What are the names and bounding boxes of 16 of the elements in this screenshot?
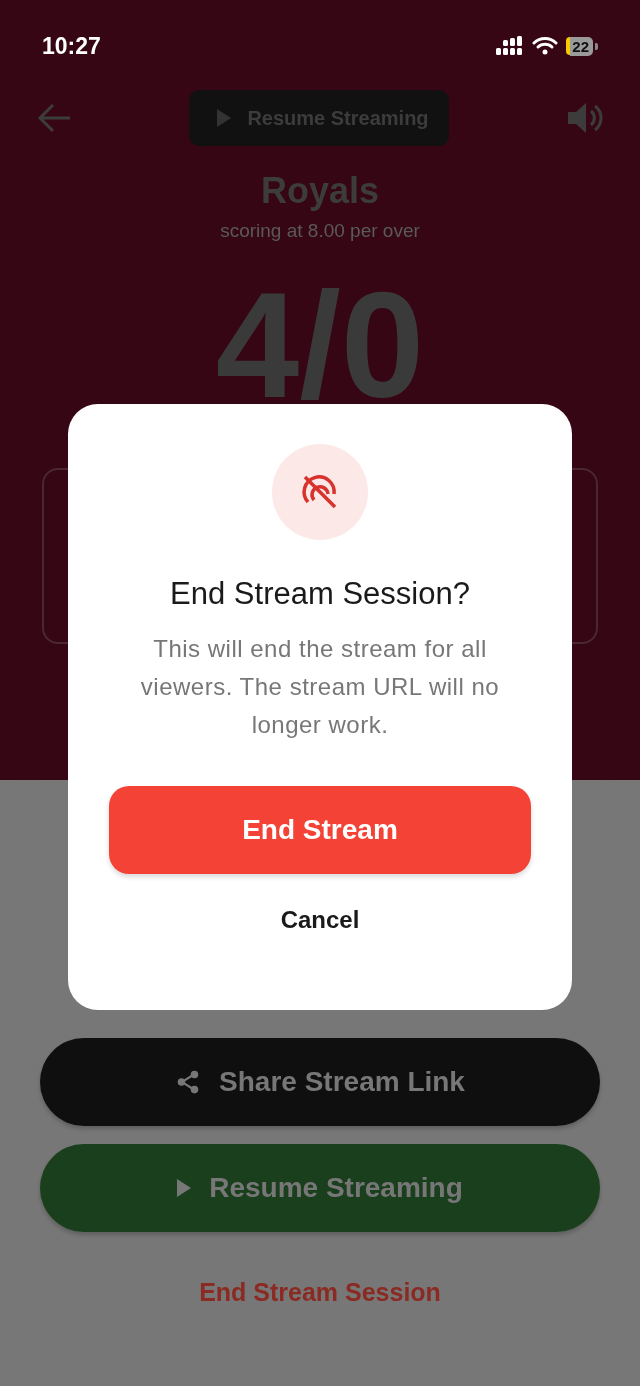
dialog-title: End Stream Session? bbox=[170, 576, 470, 612]
cancel-button[interactable]: Cancel bbox=[272, 902, 368, 938]
end-session-link[interactable]: End Stream Session bbox=[199, 1278, 441, 1307]
speaker-icon[interactable] bbox=[566, 100, 604, 136]
play-icon bbox=[177, 1179, 192, 1197]
resume-streaming-button[interactable]: Resume Streaming bbox=[40, 1144, 600, 1232]
play-icon bbox=[217, 109, 232, 127]
end-stream-button[interactable]: End Stream bbox=[109, 786, 531, 874]
share-link-button[interactable]: Share Stream Link bbox=[40, 1038, 600, 1126]
battery-indicator: 22 bbox=[570, 36, 593, 56]
back-arrow-icon[interactable] bbox=[36, 102, 72, 134]
run-rate: scoring at 8.00 per over bbox=[220, 220, 420, 242]
dialog-message: This will end the stream for all viewers. The stream URL will no longer work. bbox=[139, 634, 501, 740]
wifi-icon bbox=[532, 36, 559, 56]
signal-icon bbox=[496, 36, 525, 56]
status-time: 10:27 bbox=[42, 32, 101, 60]
